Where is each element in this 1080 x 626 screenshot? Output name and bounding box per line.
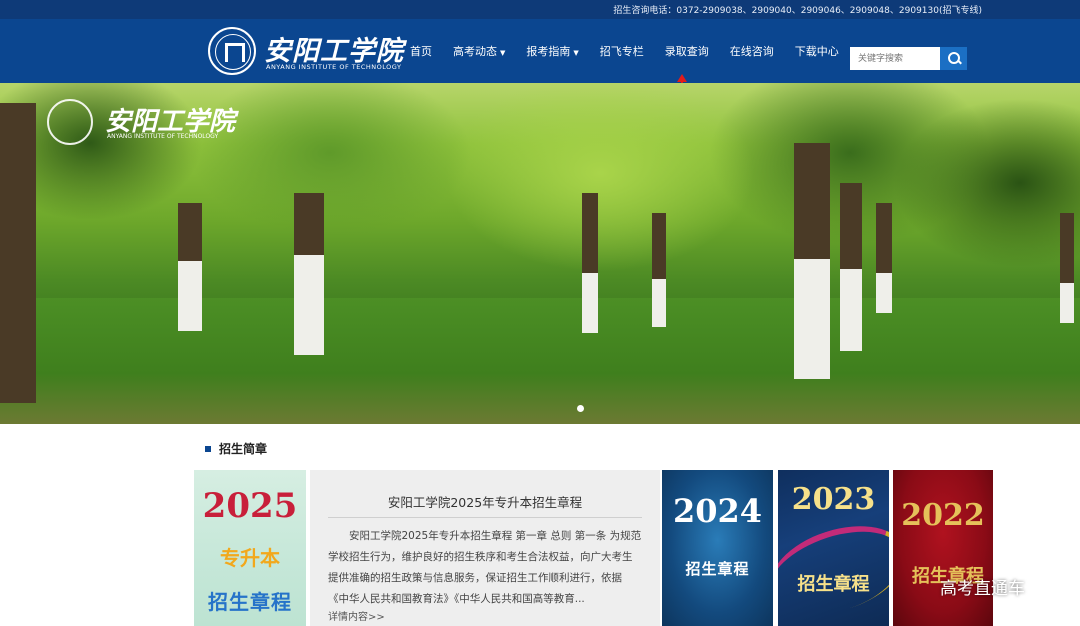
nav-label: 录取查询 <box>664 45 709 58</box>
nav-label: 报考指南 <box>526 45 571 58</box>
school-seal-icon <box>208 27 256 75</box>
tree-trunk <box>294 193 324 355</box>
site-header: 安阳工学院 ANYANG INSTITUTE OF TECHNOLOGY 首页 … <box>0 19 1080 83</box>
nav-item-online-consult[interactable]: 在线咨询 <box>730 43 774 59</box>
nav-item-pilot-recruitment[interactable]: 招飞专栏 <box>600 43 644 59</box>
card-year: 2022 <box>901 498 985 533</box>
card-label: 招生章程 <box>797 574 870 595</box>
nav-item-admission-query[interactable]: 录取查询 <box>665 43 709 59</box>
top-contact-bar: 招生咨询电话：0372-2909038、2909040、2909046、2909… <box>0 0 1080 19</box>
article-excerpt: 安阳工学院2025年专升本招生章程 第一章 总则 第一条 为规范学校招生行为，维… <box>328 530 642 605</box>
card-year: 2023 <box>791 482 876 517</box>
caret-down-icon: ▼ <box>500 49 506 57</box>
tree-trunk <box>840 183 862 351</box>
card-year: 2024 <box>672 492 763 530</box>
tree-trunk <box>0 103 36 403</box>
lawn <box>0 298 1080 424</box>
nav-item-application-guide[interactable]: 报考指南 ▼ <box>526 43 578 59</box>
search-button[interactable] <box>940 47 967 70</box>
hero-banner[interactable]: 安阳工学院 ANYANG INSTITUTE OF TECHNOLOGY <box>0 83 1080 424</box>
nav-label: 下载中心 <box>794 45 839 58</box>
tree-trunk <box>178 203 202 331</box>
tree-trunk <box>794 143 830 379</box>
featured-article: 安阳工学院2025年专升本招生章程 安阳工学院2025年专升本招生章程 第一章 … <box>310 470 660 626</box>
nav-item-gaokao-news[interactable]: 高考动态 ▼ <box>453 43 505 59</box>
brochure-card-2023[interactable]: 2023 招生章程 <box>778 470 889 626</box>
site-logo[interactable]: 安阳工学院 ANYANG INSTITUTE OF TECHNOLOGY <box>208 27 403 75</box>
card-line1: 专升本 <box>220 546 280 570</box>
main-nav: 首页 高考动态 ▼ 报考指南 ▼ 招飞专栏 录取查询 在线咨询 下载中心 <box>410 19 860 83</box>
article-title[interactable]: 安阳工学院2025年专升本招生章程 <box>328 492 642 518</box>
search-input[interactable] <box>850 47 940 70</box>
nav-label: 高考动态 <box>453 45 497 58</box>
nav-item-home[interactable]: 首页 <box>410 43 432 59</box>
search-box <box>850 47 967 70</box>
nav-label: 招飞专栏 <box>599 45 644 58</box>
decorative-wave <box>778 510 889 626</box>
nav-label: 在线咨询 <box>729 45 774 58</box>
admission-phone-text: 招生咨询电话：0372-2909038、2909040、2909046、2909… <box>613 6 982 16</box>
watermark-text: 高考直通车 <box>940 579 1025 599</box>
caret-down-icon: ▼ <box>573 49 579 57</box>
tree-trunk <box>582 193 598 333</box>
section-header-admission-brochure: 招生简章 <box>205 440 267 457</box>
section-title: 招生简章 <box>219 442 268 456</box>
carousel-dot[interactable] <box>577 405 584 412</box>
school-seal-icon <box>47 99 93 145</box>
brochure-card-2022[interactable]: 2022 招生章程 <box>893 470 993 626</box>
nav-item-download-center[interactable]: 下载中心 <box>795 43 839 59</box>
nav-label: 首页 <box>410 45 432 58</box>
tree-trunk <box>1060 213 1074 323</box>
card-label: 招生章程 <box>685 560 750 578</box>
read-more-link[interactable]: 详情内容>> <box>328 608 642 623</box>
logo-english-name: ANYANG INSTITUTE OF TECHNOLOGY <box>266 63 402 71</box>
tree-trunk <box>876 203 892 313</box>
card-line2: 招生章程 <box>208 590 292 614</box>
tree-trunk <box>652 213 666 327</box>
banner-logo-english: ANYANG INSTITUTE OF TECHNOLOGY <box>107 133 219 140</box>
brochure-card-2024[interactable]: 2024 招生章程 <box>662 470 773 626</box>
square-bullet-icon <box>205 445 211 452</box>
brochure-card-2025[interactable]: 2025 专升本 招生章程 <box>194 470 306 626</box>
card-year: 2025 <box>202 486 298 526</box>
